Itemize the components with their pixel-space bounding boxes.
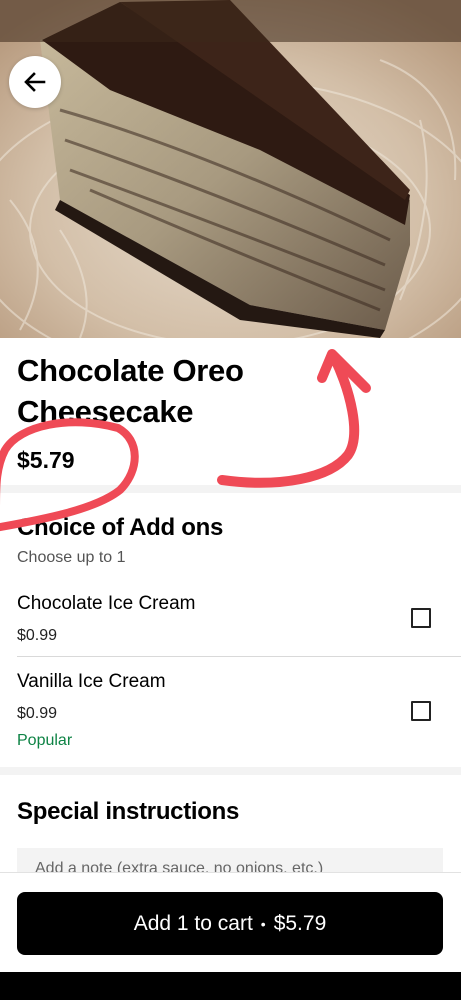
back-button[interactable] xyxy=(9,56,61,108)
addon-option-vanilla-ice-cream[interactable]: Vanilla Ice Cream $0.99 Popular xyxy=(0,668,461,764)
price-circle-annotation xyxy=(0,418,139,532)
item-title: Chocolate Oreo Cheesecake xyxy=(17,353,244,429)
popular-badge: Popular xyxy=(17,732,73,749)
item-price: $5.79 xyxy=(17,447,75,473)
addon-option-price: $0.99 xyxy=(17,705,58,722)
addon-option-chocolate-ice-cream[interactable]: Chocolate Ice Cream $0.99 xyxy=(0,590,461,656)
section-divider xyxy=(0,485,461,493)
addon-option-name: Chocolate Ice Cream xyxy=(17,593,196,614)
addons-title: Choice of Add ons xyxy=(17,514,224,541)
cheesecake-photo xyxy=(0,0,461,338)
arrow-left-icon xyxy=(24,72,46,92)
row-divider xyxy=(17,656,461,657)
status-bar-overlay xyxy=(0,0,461,42)
cart-total: $5.79 xyxy=(273,911,327,935)
add-to-cart-button[interactable]: Add 1 to cart • $5.79 xyxy=(17,892,443,955)
addon-option-price: $0.99 xyxy=(17,627,58,644)
special-instructions-title: Special instructions xyxy=(17,798,240,825)
addon-option-name: Vanilla Ice Cream xyxy=(17,671,166,692)
addons-subtitle: Choose up to 1 xyxy=(17,549,126,566)
separator-dot: • xyxy=(260,915,266,932)
section-divider xyxy=(0,767,461,775)
hero-image xyxy=(0,0,461,338)
addon-checkbox[interactable] xyxy=(411,608,431,628)
system-nav-bar xyxy=(0,972,461,1000)
add-to-cart-label: Add 1 to cart xyxy=(133,911,253,935)
arrow-head-annotation xyxy=(317,349,371,393)
addon-checkbox[interactable] xyxy=(411,701,431,721)
